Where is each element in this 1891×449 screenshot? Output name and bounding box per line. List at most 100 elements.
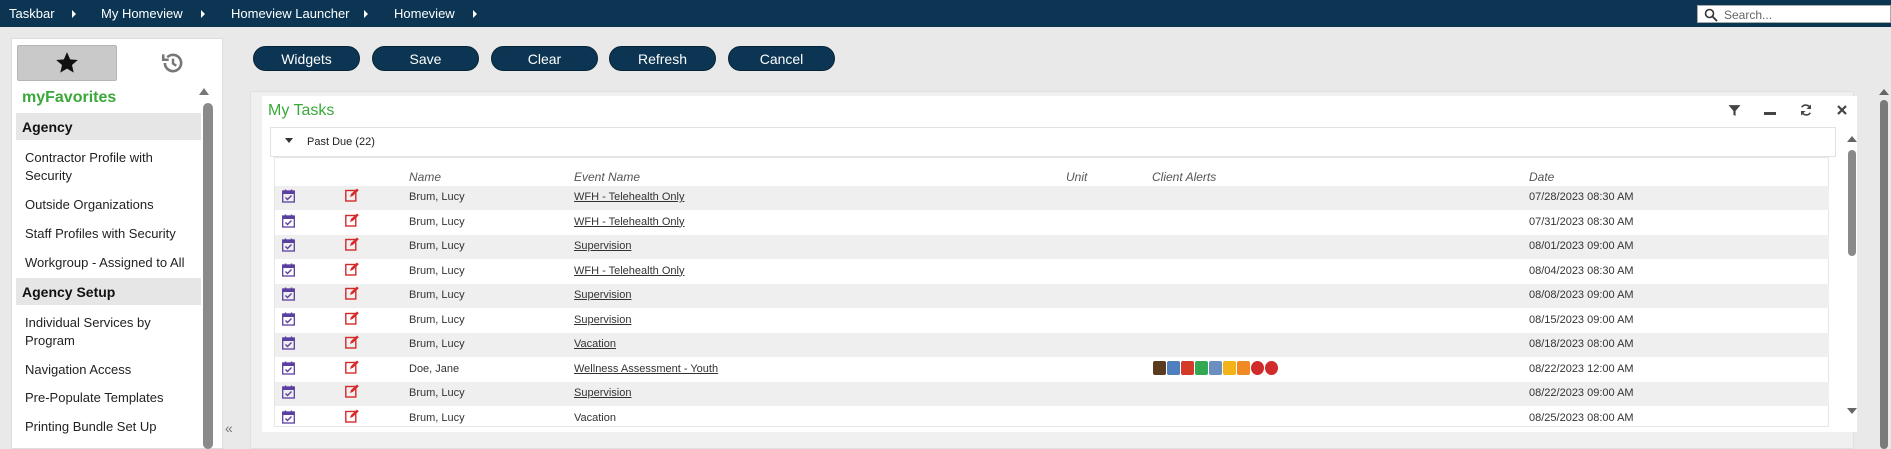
task-client-name: Brum, Lucy [409,338,465,350]
minimize-icon[interactable] [1762,102,1778,118]
task-client-name: Brum, Lucy [409,411,465,424]
column-header-name[interactable]: Name [409,170,441,184]
alert-icon[interactable] [1153,360,1166,375]
table-row[interactable]: Brum, Lucy Supervision 08/15/2023 09:00 AM [275,309,1829,333]
task-date: 08/08/2023 09:00 AM [1529,289,1634,301]
task-client-name: Brum, Lucy [409,215,465,228]
table-row[interactable]: Brum, Lucy Vacation 08/18/2023 08:00 AM [275,333,1829,357]
breadcrumb-homeview[interactable]: Homeview [394,6,455,21]
task-date: 08/04/2023 08:30 AM [1529,264,1634,277]
filter-icon[interactable] [1726,102,1742,118]
sidebar-item-workgroup[interactable]: Workgroup - Assigned to All [25,254,195,272]
sidebar-item-printing-bundle[interactable]: Printing Bundle Set Up [25,418,195,436]
breadcrumb-homeview-launcher[interactable]: Homeview Launcher [231,6,350,21]
task-date: 08/22/2023 09:00 AM [1529,387,1634,399]
task-date: 08/22/2023 12:00 AM [1529,362,1634,375]
sidebar-item-navigation-access[interactable]: Navigation Access [25,361,195,379]
task-date: 07/28/2023 08:30 AM [1529,191,1634,203]
task-event-link[interactable]: Supervision [574,289,631,301]
alert-icon[interactable] [1265,360,1278,375]
cancel-button[interactable]: Cancel [728,46,835,71]
favorites-title: myFavorites [22,89,117,106]
star-icon [56,52,78,73]
task-client-name: Brum, Lucy [409,240,465,252]
page-scroll-up-icon[interactable] [1879,89,1889,95]
column-header-date[interactable]: Date [1529,170,1554,184]
task-event-link[interactable]: WFH - Telehealth Only [574,191,684,203]
top-navigation-bar: Taskbar My Homeview Homeview Launcher Ho… [0,0,1891,27]
group-header[interactable] [270,127,1836,157]
task-client-name: Brum, Lucy [409,387,465,399]
sidebar-item-staff-profiles[interactable]: Staff Profiles with Security [25,225,195,243]
tab-history[interactable] [123,45,223,81]
alert-icon[interactable] [1237,360,1250,375]
table-row[interactable]: Brum, Lucy Supervision 08/08/2023 09:00 AM [275,284,1829,308]
close-icon[interactable] [1834,102,1850,118]
alert-icon[interactable] [1167,360,1180,375]
grid-scrollbar[interactable] [1848,150,1856,256]
grid-scroll-down-icon[interactable] [1847,408,1857,414]
task-date: 08/18/2023 08:00 AM [1529,338,1634,350]
column-header-event-name[interactable]: Event Name [574,170,640,184]
task-client-name: Brum, Lucy [409,264,465,277]
page-scrollbar[interactable] [1880,100,1888,449]
task-client-name: Brum, Lucy [409,191,465,203]
search-box[interactable] [1697,5,1891,23]
alert-icon[interactable] [1223,360,1236,375]
sidebar-item-contractor-profile[interactable]: Contractor Profile with Security [25,149,195,185]
table-row[interactable]: Doe, Jane Wellness Assessment - Youth 08/2… [275,358,1829,382]
task-event-link[interactable]: WFH - Telehealth Only [574,265,684,277]
breadcrumb-my-homeview[interactable]: My Homeview [101,6,183,21]
alert-icon[interactable] [1195,360,1208,375]
table-row[interactable]: Brum, Lucy Supervision 08/01/2023 09:00 AM [275,235,1829,259]
breadcrumb-arrow-icon [201,10,205,18]
task-event-link[interactable]: WFH - Telehealth Only [574,216,684,228]
group-label: Past Due (22) [307,136,375,148]
breadcrumb-arrow-icon [473,10,477,18]
client-alerts [1153,360,1278,375]
column-header-unit[interactable]: Unit [1066,170,1087,184]
sidebar-scroll-up-icon[interactable] [199,88,209,95]
table-row[interactable]: Brum, Lucy Supervision 08/22/2023 09:00 AM [275,382,1829,406]
sidebar-item-individual-services[interactable]: Individual Services by Program [25,314,195,350]
table-row[interactable]: Brum, Lucy WFH - Telehealth Only 07/28/202… [275,186,1829,210]
tab-favorites[interactable] [17,45,117,81]
breadcrumb-taskbar[interactable]: Taskbar [9,6,55,21]
clear-button[interactable]: Clear [491,46,598,71]
task-event-link: Vacation [574,411,616,424]
caret-down-icon[interactable] [285,138,293,143]
history-icon [161,53,183,73]
task-event-link[interactable]: Wellness Assessment - Youth [574,363,718,375]
sidebar-section-agency-setup[interactable]: Agency Setup [16,278,201,305]
search-input[interactable] [1724,7,1884,22]
table-row[interactable]: Brum, Lucy WFH - Telehealth Only 07/31/202… [275,211,1829,235]
alert-icon[interactable] [1209,360,1222,375]
sidebar-scrollbar[interactable] [203,103,213,449]
task-date: 08/25/2023 08:00 AM [1529,411,1634,424]
save-button[interactable]: Save [372,46,479,71]
task-event-link[interactable]: Vacation [574,338,616,350]
task-date: 08/15/2023 09:00 AM [1529,313,1634,326]
sidebar-item-pre-populate-templates[interactable]: Pre-Populate Templates [25,389,195,407]
widgets-button[interactable]: Widgets [253,46,360,71]
task-client-name: Brum, Lucy [409,289,465,301]
table-row[interactable]: Brum, Lucy Vacation 08/25/2023 08:00 AM [275,407,1829,431]
collapse-sidebar-icon[interactable]: « [225,420,233,436]
sidebar-section-agency[interactable]: Agency [16,113,201,140]
favorites-panel: myFavorites [11,38,223,449]
grid-scroll-up-icon[interactable] [1847,136,1857,142]
alert-icon[interactable] [1181,360,1194,375]
task-event-link[interactable]: Supervision [574,240,631,252]
task-event-link[interactable]: Supervision [574,387,631,399]
sidebar-item-outside-organizations[interactable]: Outside Organizations [25,196,195,214]
breadcrumb-arrow-icon [72,10,76,18]
task-date: 08/01/2023 09:00 AM [1529,240,1634,252]
alert-icon[interactable] [1251,360,1264,375]
task-event-link[interactable]: Supervision [574,314,631,326]
refresh-icon[interactable] [1798,102,1814,118]
refresh-button[interactable]: Refresh [609,46,716,71]
task-date: 07/31/2023 08:30 AM [1529,215,1634,228]
search-icon [1704,8,1718,22]
table-row[interactable]: Brum, Lucy WFH - Telehealth Only 08/04/202… [275,260,1829,284]
column-header-client-alerts[interactable]: Client Alerts [1152,170,1216,184]
